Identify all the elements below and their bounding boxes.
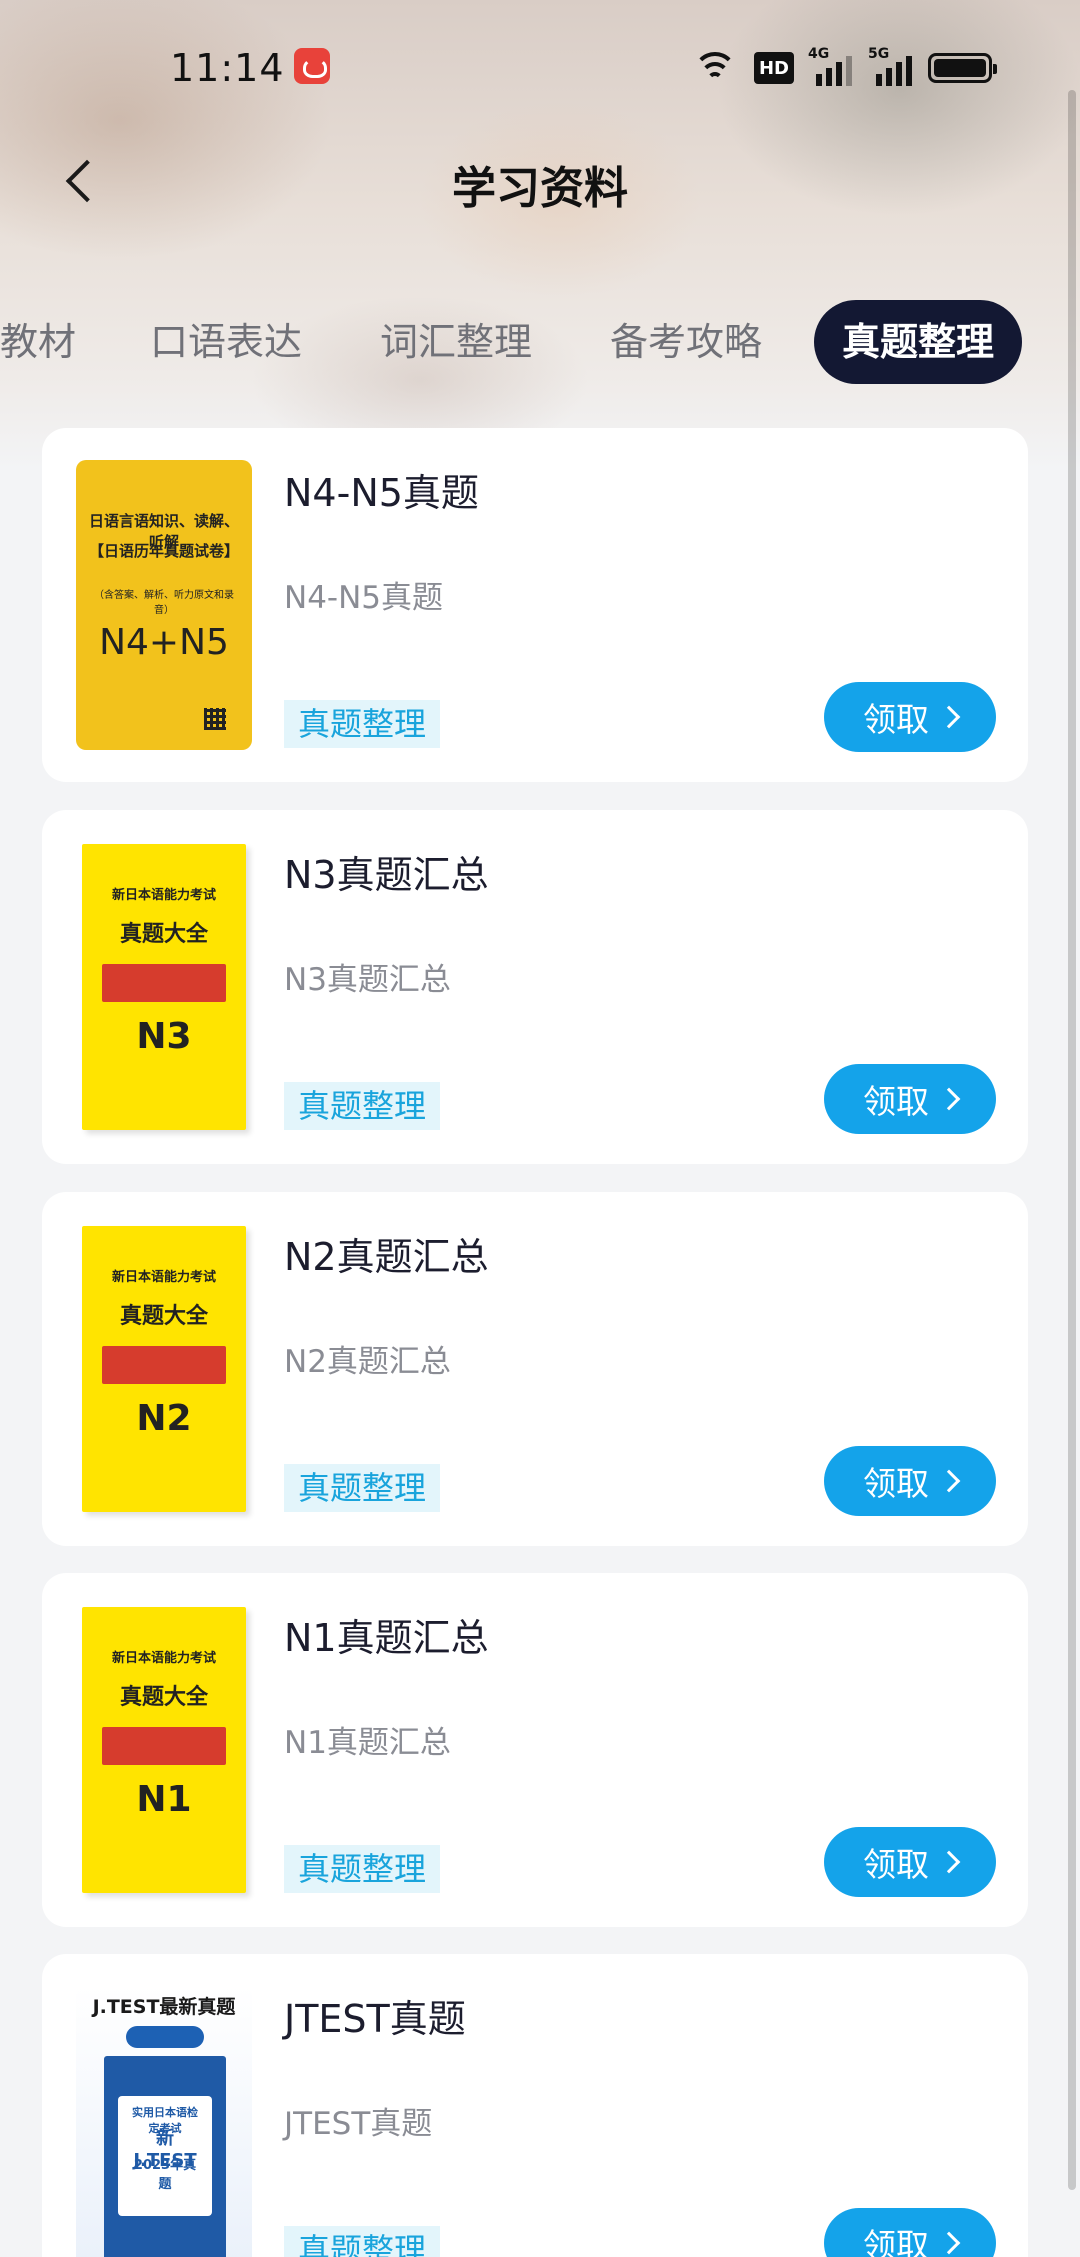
chevron-right-icon <box>937 1469 961 1493</box>
chevron-right-icon <box>937 2231 961 2255</box>
app-notification-icon <box>294 48 330 84</box>
tab-strategy[interactable]: 备考攻略 <box>610 300 762 384</box>
status-bar: 11:14 HD 4G 5G <box>0 0 1080 140</box>
tab-textbook[interactable]: 教材 <box>0 300 76 384</box>
card-title: N4-N5真题 <box>284 471 479 515</box>
scrollbar[interactable] <box>1068 90 1076 2190</box>
chevron-right-icon <box>937 1850 961 1874</box>
tab-past-exams[interactable]: 真题整理 <box>814 300 1023 384</box>
tab-oral[interactable]: 口语表达 <box>150 300 302 384</box>
card-subtitle: N3真题汇总 <box>284 962 451 998</box>
claim-button[interactable]: 领取 <box>824 1827 996 1897</box>
chevron-right-icon <box>937 1087 961 1111</box>
chevron-right-icon <box>937 705 961 729</box>
system-icons: HD 4G 5G <box>690 46 997 88</box>
category-tag: 真题整理 <box>284 1845 441 1893</box>
category-tag: 真题整理 <box>284 1082 441 1130</box>
book-cover-image: 日语言语知识、读解、听解 【日语历年真题试卷】 （含答案、解析、听力原文和录音）… <box>76 460 252 750</box>
material-card[interactable]: 新日本语能力考试 真题大全 N2 N2真题汇总 N2真题汇总 真题整理 领取 <box>42 1192 1028 1546</box>
card-title: JTEST真题 <box>284 1997 466 2041</box>
claim-button[interactable]: 领取 <box>824 2208 996 2257</box>
claim-button[interactable]: 领取 <box>824 682 996 752</box>
category-tabs: 教材 口语表达 词汇整理 备考攻略 真题整理 <box>0 300 1080 388</box>
card-title: N3真题汇总 <box>284 853 489 897</box>
signal-4g-icon: 4G <box>808 46 854 86</box>
book-cover-image: 新日本语能力考试 真题大全 N3 <box>82 844 246 1130</box>
card-subtitle: N1真题汇总 <box>284 1725 451 1761</box>
material-card[interactable]: 日语言语知识、读解、听解 【日语历年真题试卷】 （含答案、解析、听力原文和录音）… <box>42 428 1028 782</box>
book-cover-image: 新日本语能力考试 真题大全 N2 <box>82 1226 246 1512</box>
material-card[interactable]: 新日本语能力考试 真题大全 N3 N3真题汇总 N3真题汇总 真题整理 领取 <box>42 810 1028 1164</box>
card-subtitle: N2真题汇总 <box>284 1344 451 1380</box>
material-card[interactable]: 新日本语能力考试 真题大全 N1 N1真题汇总 N1真题汇总 真题整理 领取 <box>42 1573 1028 1927</box>
signal-5g-icon: 5G <box>868 46 914 86</box>
claim-button[interactable]: 领取 <box>824 1446 996 1516</box>
wifi-icon <box>690 50 740 86</box>
material-card[interactable]: J.TEST最新真题 实用日本语检定考试 新J.TEST 2023年真题 JTE… <box>42 1954 1028 2257</box>
nav-bar: 学习资料 <box>0 140 1080 220</box>
page-title: 学习资料 <box>452 163 628 214</box>
status-time: 11:14 <box>170 46 285 90</box>
claim-button[interactable]: 领取 <box>824 1064 996 1134</box>
hd-voice-icon: HD <box>754 52 794 84</box>
category-tag: 真题整理 <box>284 1464 441 1512</box>
battery-icon <box>928 53 997 83</box>
card-title: N2真题汇总 <box>284 1235 489 1279</box>
card-subtitle: N4-N5真题 <box>284 580 444 616</box>
book-cover-image: 新日本语能力考试 真题大全 N1 <box>82 1607 246 1893</box>
card-title: N1真题汇总 <box>284 1616 489 1660</box>
tab-vocabulary[interactable]: 词汇整理 <box>380 300 532 384</box>
category-tag: 真题整理 <box>284 700 441 748</box>
category-tag: 真题整理 <box>284 2226 441 2257</box>
card-subtitle: JTEST真题 <box>284 2106 433 2142</box>
book-cover-image: J.TEST最新真题 实用日本语检定考试 新J.TEST 2023年真题 <box>76 1986 252 2257</box>
